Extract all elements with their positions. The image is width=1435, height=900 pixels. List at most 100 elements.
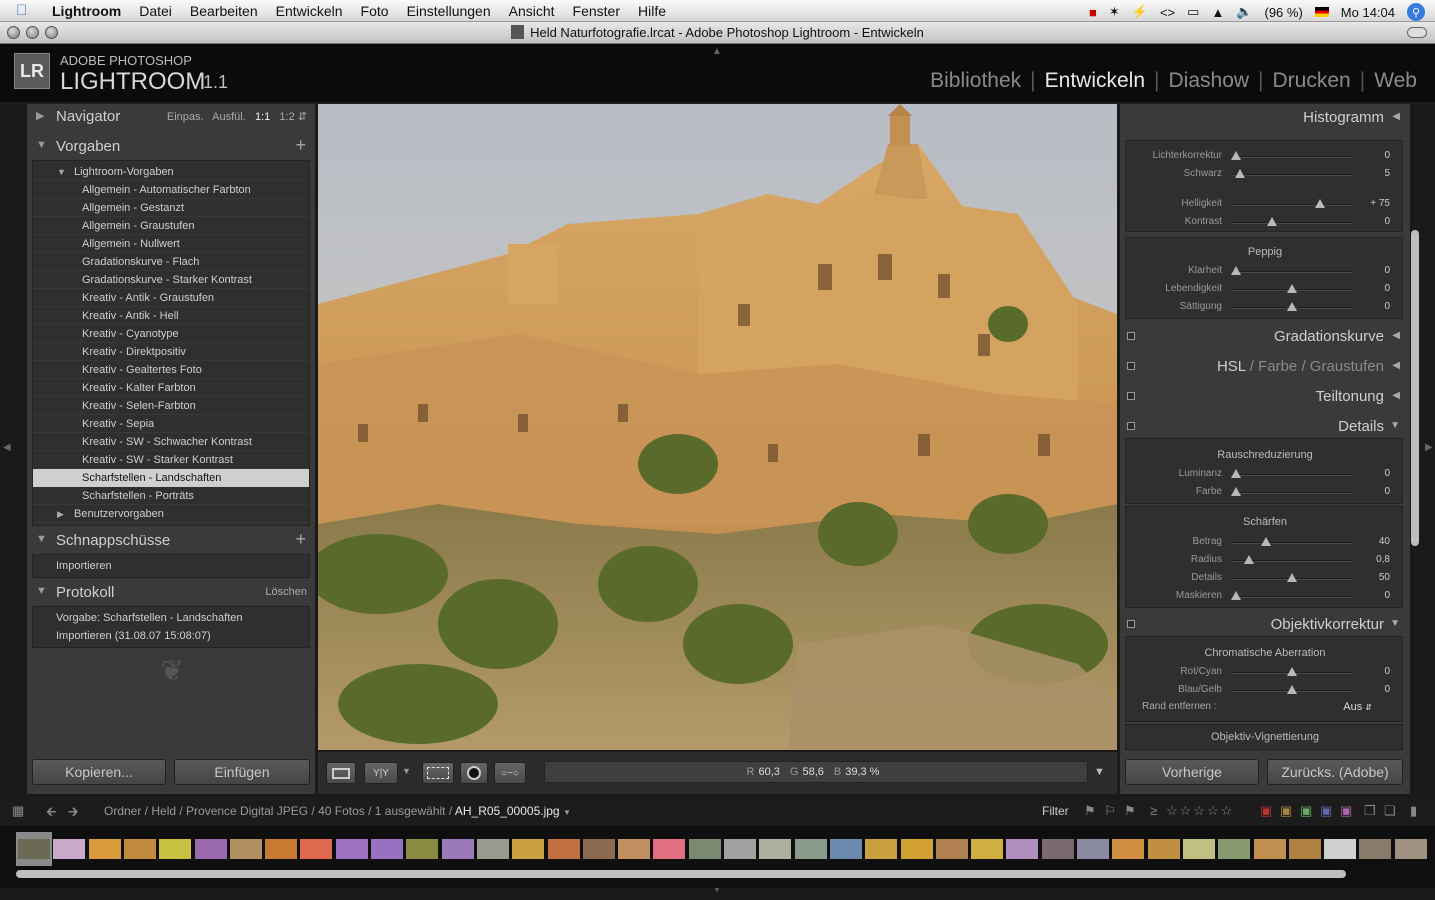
filmstrip-thumbnail[interactable] [757,832,793,866]
rating-filter-stars[interactable]: ☆☆☆☆☆ [1166,803,1234,819]
filmstrip-thumbnail[interactable] [1181,832,1217,866]
filmstrip-thumbnail[interactable] [157,832,193,866]
color-label-yellow-icon[interactable]: ▣ [1280,803,1292,819]
filmstrip-thumbnail[interactable] [228,832,264,866]
toolbar-toggle-button[interactable] [1407,27,1427,38]
preset-item[interactable]: Kreativ - Selen-Farbton [33,397,309,415]
preset-item[interactable]: Allgemein - Automatischer Farbton [33,181,309,199]
wifi-icon[interactable]: ▲ [1211,5,1224,20]
photo-view[interactable] [318,104,1117,750]
slider-value[interactable]: 40 [1379,536,1390,547]
preset-item[interactable]: Scharfstellen - Porträts [33,487,309,505]
slider-thumb[interactable] [1314,199,1325,208]
back-arrow-icon[interactable]: 🡰 [46,803,57,825]
color-label-purple-icon[interactable]: ▣ [1340,803,1352,819]
panel-switch-icon[interactable] [1127,392,1135,400]
menu-app[interactable]: Lightroom [52,3,121,19]
battery-status[interactable]: (96 %) [1265,5,1303,20]
slider-thumb[interactable] [1230,266,1241,275]
color-tab[interactable]: Farbe [1258,358,1297,375]
menu-einstellungen[interactable]: Einstellungen [407,3,491,19]
slider-track[interactable] [1232,573,1352,582]
slider-thumb[interactable] [1287,667,1297,676]
forward-arrow-icon[interactable]: 🡲 [68,803,79,825]
zoom-options[interactable]: Einpas. Ausfül. 1:1 1:2 ⇵ [167,110,307,123]
menu-foto[interactable]: Foto [361,3,389,19]
clock[interactable]: Mo 14:04 [1341,5,1395,20]
filmstrip-thumbnail[interactable] [1393,832,1429,866]
slider-track[interactable] [1232,555,1352,564]
preset-item[interactable]: Allgemein - Gestanzt [33,199,309,217]
filmstrip-thumbnail[interactable] [510,832,546,866]
filmstrip-scrollbar[interactable] [16,870,1346,878]
slider-value[interactable]: 0 [1384,150,1390,161]
preset-item[interactable]: Kreativ - Cyanotype [33,325,309,343]
before-after-button[interactable]: Y|Y [364,762,398,784]
preset-item[interactable]: Scharfstellen - Landschaften [33,469,309,487]
details-header[interactable]: Details ▼ [1120,413,1410,439]
slider-thumb[interactable] [1287,685,1297,694]
bluetooth-icon[interactable]: ✶ [1109,4,1120,20]
slider-track[interactable] [1232,169,1352,178]
module-entwickeln[interactable]: Entwickeln [1045,69,1145,93]
preset-item[interactable]: Kreativ - SW - Schwacher Kontrast [33,433,309,451]
filmstrip-thumbnail[interactable] [687,832,723,866]
preset-item[interactable]: Allgemein - Nullwert [33,235,309,253]
filmstrip-thumbnail[interactable] [1252,832,1288,866]
toolbar-menu-icon[interactable]: ▼ [1094,766,1105,778]
slider-value[interactable]: 0 [1384,486,1390,497]
slider-thumb[interactable] [1230,591,1241,600]
filmstrip-thumbnail[interactable] [1146,832,1182,866]
volume-icon[interactable]: 🔈 [1236,4,1252,20]
spot-removal-button[interactable] [460,762,488,784]
display-icon[interactable]: ▭ [1187,4,1199,20]
slider-value[interactable]: 0 [1384,468,1390,479]
slider-value[interactable]: + 75 [1370,198,1390,209]
slider-track[interactable] [1232,667,1352,676]
filmstrip-thumbnail[interactable] [51,832,87,866]
slider-track[interactable] [1230,487,1352,496]
preset-item[interactable]: Gradationskurve - Starker Kontrast [33,271,309,289]
color-label-green-icon[interactable]: ▣ [1300,803,1312,819]
filmstrip-thumbnail[interactable] [475,832,511,866]
slider-value[interactable]: 0 [1384,283,1390,294]
filmstrip-thumbnail[interactable] [616,832,652,866]
list-item[interactable]: Importieren (31.08.07 15:08:07) [33,627,309,645]
slider-thumb[interactable] [1235,169,1246,178]
module-web[interactable]: Web [1374,69,1417,93]
filmstrip-thumbnail[interactable] [1322,832,1358,866]
spotlight-icon[interactable]: ⚲ [1407,3,1425,21]
reject-filter-icon[interactable]: ⚑ [1124,803,1136,819]
filmstrip-thumbnail[interactable] [193,832,229,866]
slider-track[interactable] [1232,199,1352,208]
filmstrip-thumbnail[interactable] [1075,832,1111,866]
navigator-header[interactable]: ▶ Navigator Einpas. Ausfül. 1:1 1:2 ⇵ [27,104,315,130]
list-item[interactable]: Importieren [33,557,309,575]
panel-switch-icon[interactable] [1127,362,1135,370]
filmstrip-thumbnail[interactable] [440,832,476,866]
right-panel-scrollbar[interactable] [1411,230,1419,546]
reset-button[interactable]: Zurücks. (Adobe) [1267,759,1403,785]
grayscale-tab[interactable]: Graustufen [1310,358,1384,375]
flag-filter-icon[interactable]: ⚑ [1084,803,1096,819]
slider-track[interactable] [1232,302,1352,311]
slider-value[interactable]: 50 [1379,572,1390,583]
filmstrip-thumbnail[interactable] [899,832,935,866]
filmstrip-thumbnail[interactable] [1004,832,1040,866]
copy-filter-icon[interactable]: ❐ [1364,803,1376,819]
left-panel-toggle-icon[interactable]: ◀ [3,442,11,453]
filmstrip-thumbnail[interactable] [969,832,1005,866]
menu-hilfe[interactable]: Hilfe [638,3,666,19]
preset-item[interactable]: Kreativ - Antik - Graustufen [33,289,309,307]
slider-value[interactable]: 0 [1384,265,1390,276]
slider-value[interactable]: 0 [1384,666,1390,677]
filmstrip-thumbnail[interactable] [369,832,405,866]
clear-history-button[interactable]: Löschen [265,586,307,598]
breadcrumb[interactable]: Ordner / Held / Provence Digital JPEG / … [104,804,571,818]
preset-item[interactable]: Kreativ - Direktpositiv [33,343,309,361]
top-panel-toggle-icon[interactable]: ▲ [712,46,722,57]
sync-icon[interactable]: ■ [1089,5,1097,20]
filmstrip-thumbnail[interactable] [1110,832,1146,866]
module-drucken[interactable]: Drucken [1273,69,1351,93]
greater-equal-icon[interactable]: ≥ [1150,803,1157,818]
